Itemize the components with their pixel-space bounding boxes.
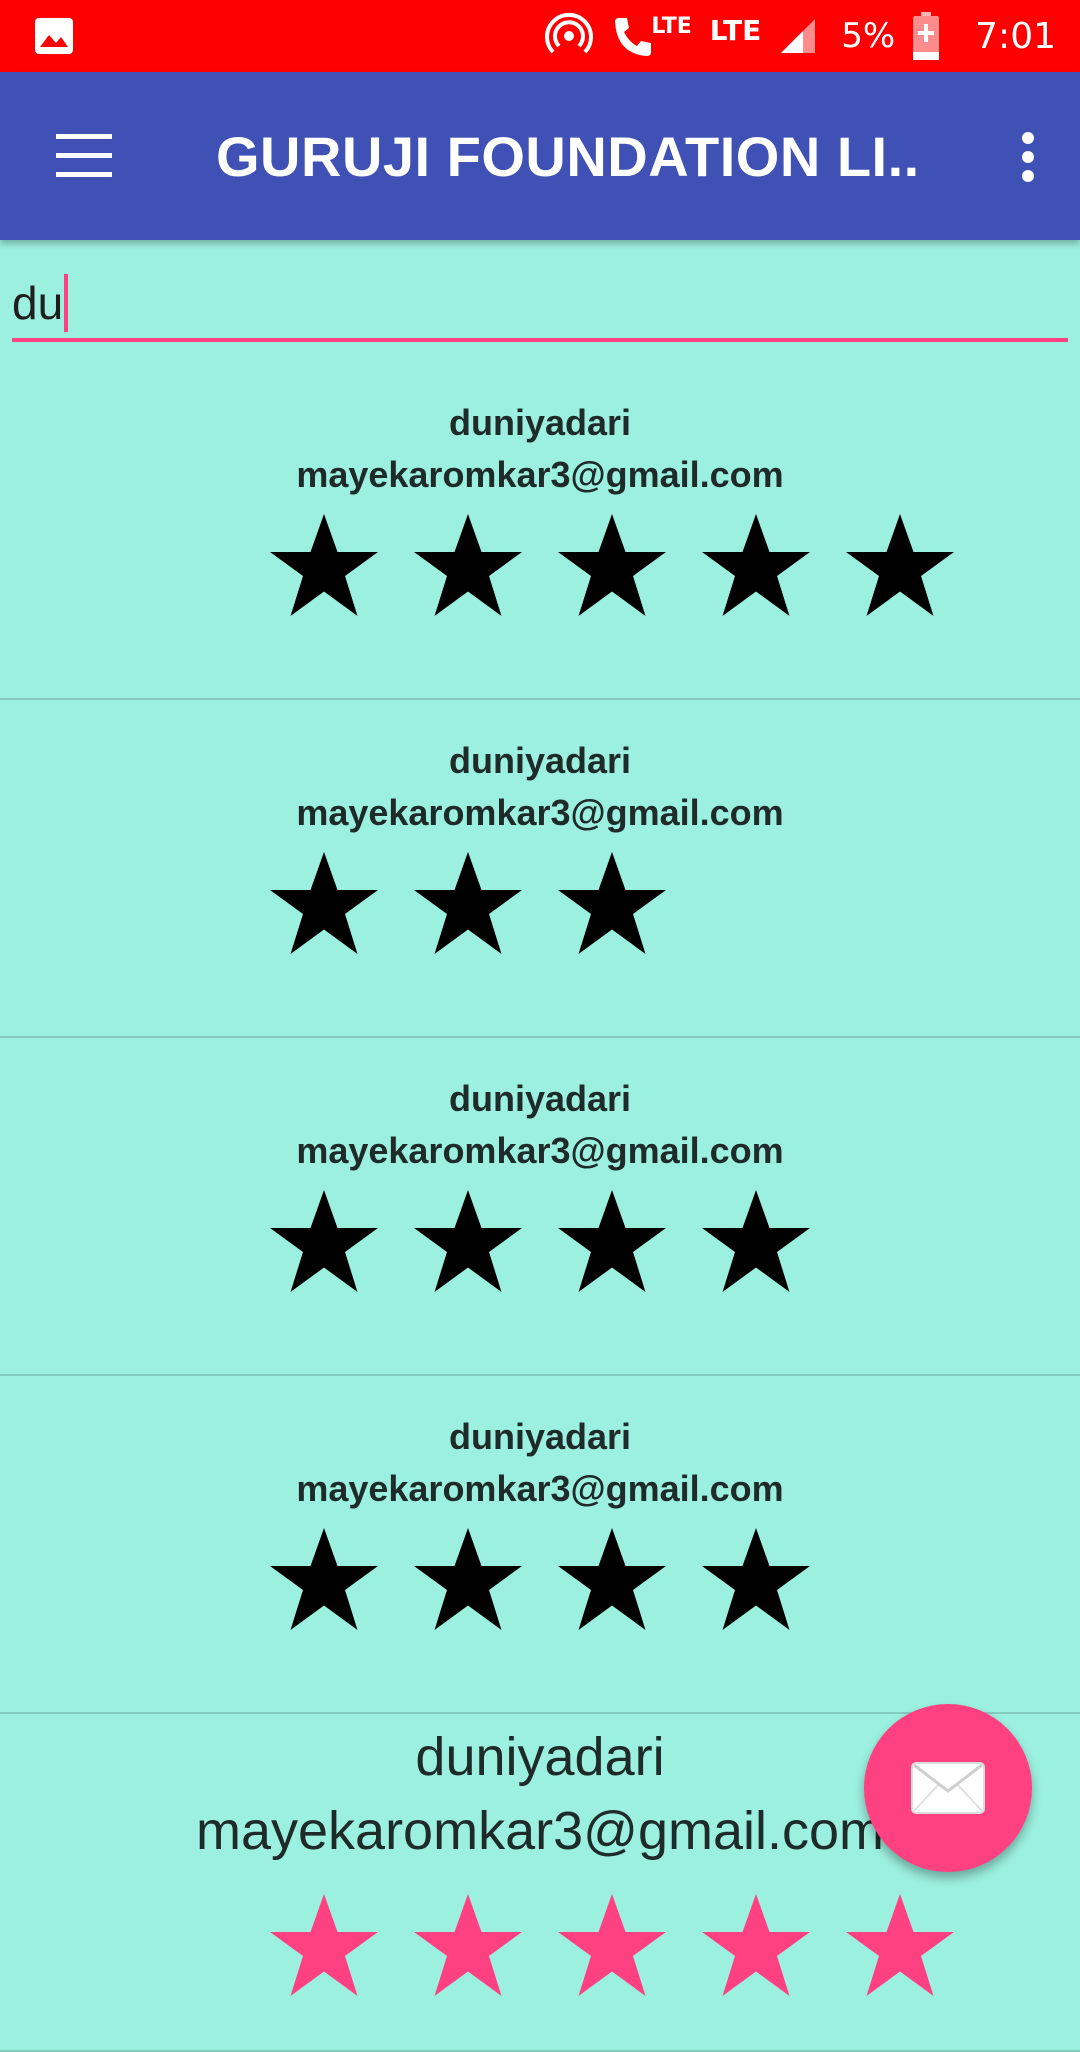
clock: 7:01 (975, 15, 1056, 57)
star-icon (270, 852, 378, 954)
result-email: mayekaromkar3@gmail.com (296, 454, 784, 495)
search-input[interactable]: du (12, 268, 1068, 338)
signal-icon (781, 19, 816, 53)
envelope-icon (911, 1762, 985, 1814)
status-bar: LTE LTE 5% 7:01 (0, 0, 1080, 72)
star-icon (270, 1894, 378, 1996)
star-icon (270, 514, 378, 616)
result-name: duniyadari (448, 1416, 632, 1457)
star-icon (270, 1528, 378, 1630)
app-bar: GURUJI FOUNDATION LI... (0, 72, 1080, 240)
star-icon (414, 1894, 522, 1996)
result-email: mayekaromkar3@gmail.com (296, 792, 784, 833)
search-underline (12, 338, 1068, 342)
star-icon (558, 1894, 666, 1996)
star-icon (558, 852, 666, 954)
rating-stars (264, 1522, 816, 1642)
rating-stars (264, 1888, 960, 2008)
star-icon (558, 1528, 666, 1630)
star-icon (846, 1894, 954, 1996)
rating-stars (264, 1184, 816, 1304)
battery-percent: 5% (841, 16, 896, 56)
star-icon (414, 1528, 522, 1630)
list-item[interactable]: duniyadari mayekaromkar3@gmail.com (0, 1038, 1080, 1376)
rating-stars (264, 508, 960, 628)
rating-stars (264, 846, 672, 966)
result-email: mayekaromkar3@gmail.com (296, 1130, 784, 1171)
text-cursor (64, 274, 69, 332)
result-name: duniyadari (448, 740, 632, 781)
hamburger-menu-icon[interactable] (56, 134, 112, 178)
search-field[interactable]: du (12, 268, 1068, 344)
call-lte-label: LTE (651, 13, 692, 39)
result-name: duniyadari (448, 402, 632, 443)
overflow-menu-icon[interactable] (1022, 132, 1036, 182)
star-icon (702, 514, 810, 616)
star-icon (558, 1190, 666, 1292)
star-icon (414, 514, 522, 616)
list-item[interactable]: duniyadari mayekaromkar3@gmail.com (0, 1376, 1080, 1714)
result-email: mayekaromkar3@gmail.com (296, 1468, 784, 1509)
star-icon (846, 514, 954, 616)
list-item[interactable]: duniyadari mayekaromkar3@gmail.com (0, 362, 1080, 700)
star-icon (702, 1528, 810, 1630)
star-icon (558, 514, 666, 616)
star-icon (414, 852, 522, 954)
gallery-notification-icon (35, 18, 73, 54)
call-icon (615, 18, 652, 56)
list-item[interactable]: duniyadari mayekaromkar3@gmail.com (0, 700, 1080, 1038)
network-lte-label: LTE (709, 13, 762, 47)
star-icon (702, 1190, 810, 1292)
search-input-value: du (12, 277, 64, 329)
compose-email-button[interactable] (864, 1704, 1032, 1872)
app-title: GURUJI FOUNDATION LI... (216, 125, 916, 188)
result-name: duniyadari (448, 1078, 632, 1119)
star-icon (414, 1190, 522, 1292)
battery-charging-icon (913, 12, 940, 60)
star-icon (270, 1190, 378, 1292)
star-icon (702, 1894, 810, 1996)
hotspot-icon (545, 12, 594, 54)
